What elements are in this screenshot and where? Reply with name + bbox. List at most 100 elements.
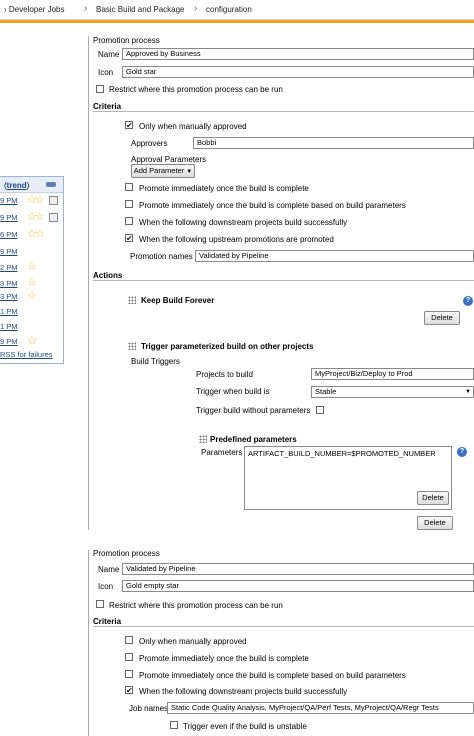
- promote-params-checkbox[interactable]: [125, 670, 133, 678]
- promotion-star-icon: ☆: [27, 277, 37, 289]
- icon-label: Icon: [98, 582, 114, 591]
- history-row: 9 PM ☆: [0, 335, 64, 349]
- breadcrumb-sep-icon: ›: [4, 5, 7, 14]
- promotion-names-input[interactable]: Validated by Pipeline: [195, 250, 474, 262]
- promotion-process-title: Promotion process: [93, 549, 160, 558]
- criteria-header: Criteria: [93, 102, 474, 112]
- history-row: 3 PM ☆: [0, 290, 64, 304]
- history-time-link[interactable]: 3 PM: [0, 279, 18, 288]
- trigger-without-params-checkbox[interactable]: [316, 406, 324, 414]
- help-icon[interactable]: ?: [457, 447, 467, 457]
- promotion-names-label: Promotion names: [130, 252, 193, 261]
- restrict-checkbox[interactable]: [96, 600, 104, 608]
- history-row: 9 PM ☆☆: [0, 211, 64, 225]
- promotion-process-title: Promotion process: [93, 36, 160, 45]
- delete-keep-forever-button[interactable]: Delete: [424, 311, 460, 325]
- drag-handle-icon[interactable]: [128, 342, 136, 350]
- add-parameter-button[interactable]: Add Parameter ▼: [131, 164, 195, 178]
- dropdown-arrow-icon: ▼: [186, 169, 193, 175]
- promote-complete-checkbox[interactable]: [125, 653, 133, 661]
- parameters-label: Parameters: [201, 448, 243, 457]
- upstream-checkbox[interactable]: ✔: [125, 234, 133, 243]
- promote-complete-checkbox[interactable]: [125, 183, 133, 191]
- history-row: 6 PM ☆☆: [0, 228, 64, 242]
- history-time-link[interactable]: 1 PM: [0, 322, 18, 331]
- trigger-when-select[interactable]: Stable ▼: [311, 386, 474, 398]
- name-label: Name: [98, 565, 120, 574]
- approval-parameters-label: Approval Parameters: [131, 155, 207, 164]
- job-names-label: Job names: [129, 704, 169, 713]
- downstream-label: When the following downstream projects b…: [139, 687, 348, 696]
- section-border: [88, 550, 89, 736]
- history-time-link[interactable]: 9 PM: [0, 196, 18, 205]
- history-time-link[interactable]: 9 PM: [0, 247, 18, 256]
- promotion-star-icon: ☆: [27, 290, 37, 302]
- console-badge-icon[interactable]: [49, 196, 58, 205]
- history-time-link[interactable]: 9 PM: [0, 337, 18, 346]
- promotion-star-icon: ☆: [27, 335, 37, 347]
- rss-failures-link[interactable]: RSS for failures: [0, 350, 53, 359]
- breadcrumb-sep-icon: ›: [194, 3, 198, 14]
- downstream-checkbox[interactable]: ✔: [125, 686, 133, 695]
- projects-to-build-label: Projects to build: [196, 370, 253, 379]
- help-icon[interactable]: ?: [463, 296, 473, 306]
- promotion-star-icon: ☆: [27, 261, 37, 273]
- trigger-when-label: Trigger when build is: [196, 387, 270, 396]
- build-history-header: (trend): [0, 177, 63, 193]
- console-badge-icon[interactable]: [49, 213, 58, 222]
- drag-handle-icon[interactable]: [128, 296, 136, 304]
- trigger-parameterized-label: Trigger parameterized build on other pro…: [141, 342, 314, 351]
- breadcrumb-item-developer-jobs[interactable]: › Developer Jobs: [4, 5, 65, 14]
- promotion-icon-select[interactable]: Gold star: [122, 66, 474, 78]
- build-triggers-label: Build Triggers: [131, 357, 180, 366]
- breadcrumb-item-basic-build[interactable]: Basic Build and Package: [96, 5, 185, 14]
- promote-params-checkbox[interactable]: [125, 200, 133, 208]
- promotion-icon-select[interactable]: Gold empty star: [122, 580, 474, 592]
- actions-header: Actions: [93, 271, 474, 281]
- promotion-name-input[interactable]: Approved by Business: [122, 48, 474, 60]
- history-row: 1 PM: [0, 320, 64, 334]
- manual-approval-checkbox[interactable]: ✔: [125, 121, 133, 130]
- delete-trigger-button[interactable]: Delete: [417, 516, 453, 530]
- history-time-link[interactable]: 9 PM: [0, 213, 18, 222]
- manual-approval-label: Only when manually approved: [139, 637, 247, 646]
- downstream-checkbox[interactable]: [125, 217, 133, 225]
- predefined-parameters-label: Predefined parameters: [210, 435, 297, 444]
- promotion-star-icon: ☆☆: [27, 211, 45, 223]
- history-time-link[interactable]: 3 PM: [0, 292, 18, 301]
- promote-params-label: Promote immediately once the build is co…: [139, 201, 406, 210]
- history-time-link[interactable]: 1 PM: [0, 307, 18, 316]
- icon-label: Icon: [98, 68, 114, 77]
- history-time-link[interactable]: 2 PM: [0, 263, 18, 272]
- manual-approval-checkbox[interactable]: [125, 636, 133, 644]
- breadcrumb-item-configuration[interactable]: configuration: [206, 5, 252, 14]
- job-names-input[interactable]: Static Code Quality Analysis, MyProject/…: [167, 702, 474, 714]
- history-row: 3 PM ☆: [0, 277, 64, 291]
- history-row: 9 PM ☆☆: [0, 194, 64, 208]
- approvers-label: Approvers: [131, 139, 168, 148]
- trigger-without-params-label: Trigger build without parameters: [196, 406, 311, 415]
- history-row: 9 PM: [0, 245, 64, 259]
- restrict-checkbox[interactable]: [96, 85, 104, 93]
- downstream-label: When the following downstream projects b…: [139, 218, 348, 227]
- breadcrumb: › Developer Jobs › Basic Build and Packa…: [0, 0, 474, 20]
- history-row: 1 PM: [0, 305, 64, 319]
- unstable-checkbox[interactable]: [170, 721, 178, 729]
- promotion-star-icon: ☆☆: [27, 194, 45, 206]
- promotion-name-input[interactable]: Validated by Pipeline: [122, 563, 474, 575]
- header-accent-bar: [0, 20, 474, 23]
- delete-predefined-button[interactable]: Delete: [417, 491, 449, 505]
- build-history-panel: (trend) 9 PM ☆☆ 9 PM ☆☆ 6 PM ☆☆ 9 PM 2 P…: [0, 176, 64, 364]
- approvers-input[interactable]: Bobbi: [193, 137, 474, 149]
- collapse-icon[interactable]: [46, 182, 56, 187]
- upstream-label: When the following upstream promotions a…: [139, 235, 334, 244]
- manual-approval-label: Only when manually approved: [139, 122, 247, 131]
- trend-text: (trend): [4, 181, 30, 190]
- history-row: 2 PM ☆: [0, 261, 64, 275]
- projects-to-build-input[interactable]: MyProject/Biz/Deploy to Prod: [311, 368, 474, 380]
- trend-link[interactable]: trend: [7, 181, 27, 190]
- history-time-link[interactable]: 6 PM: [0, 230, 18, 239]
- name-label: Name: [98, 50, 120, 59]
- drag-handle-icon[interactable]: [199, 435, 207, 443]
- restrict-label: Restrict where this promotion process ca…: [109, 601, 283, 610]
